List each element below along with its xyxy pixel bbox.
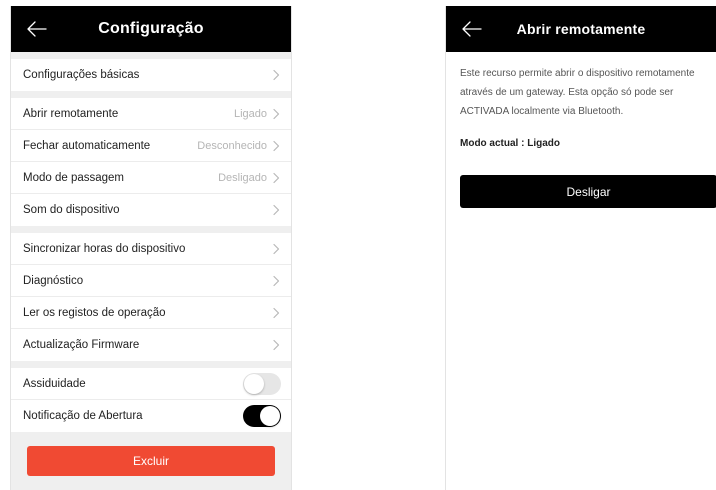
settings-item-label: Diagnóstico (23, 274, 84, 287)
settings-group-toggles: Assiduidade Notificação de Abertura (11, 368, 291, 432)
settings-item-fechar-automaticamente[interactable]: Fechar automaticamente Desconhecido (11, 130, 291, 162)
settings-item-label: Sincronizar horas do dispositivo (23, 242, 186, 255)
page-title: Configuração (98, 20, 204, 37)
settings-screen: Configuração Configurações básicas Abrir… (10, 6, 292, 490)
settings-group-basic: Configurações básicas (11, 59, 291, 91)
remote-open-screen: Abrir remotamente Este recurso permite a… (445, 6, 716, 490)
settings-item-value: Desconhecido (197, 139, 267, 152)
toggle-label: Notificação de Abertura (23, 410, 143, 422)
chevron-right-icon (273, 69, 280, 81)
settings-item-label: Actualização Firmware (23, 339, 140, 351)
chevron-right-icon (273, 339, 280, 351)
chevron-right-icon (273, 204, 280, 216)
settings-item-label: Ler os registos de operação (23, 306, 166, 319)
delete-button[interactable]: Excluir (27, 446, 275, 476)
arrow-left-icon[interactable] (25, 17, 49, 41)
settings-item-label: Fechar automaticamente (23, 139, 151, 152)
settings-item-modo-de-passagem[interactable]: Modo de passagem Desligado (11, 162, 291, 194)
toggle-row-open-notification[interactable]: Notificação de Abertura (11, 400, 291, 432)
toggle-knob (260, 406, 280, 426)
settings-item-label: Som do dispositivo (23, 204, 120, 216)
toggle-label: Assiduidade (23, 377, 86, 390)
settings-group-lock: Abrir remotamente Ligado Fechar automatica… (11, 98, 291, 226)
chevron-right-icon (273, 108, 280, 119)
toggle-row-attendance[interactable]: Assiduidade (11, 368, 291, 400)
page-title: Abrir remotamente (516, 21, 646, 37)
chevron-right-icon (273, 275, 280, 286)
arrow-left-icon[interactable] (460, 17, 484, 41)
chevron-right-icon (273, 172, 280, 183)
settings-item-abrir-remotamente[interactable]: Abrir remotamente Ligado (11, 98, 291, 130)
settings-item-som-do-dispositivo[interactable]: Som do dispositivo (11, 194, 291, 226)
open-notification-toggle[interactable] (243, 405, 281, 427)
settings-item-actualizacao-firmware[interactable]: Actualização Firmware (11, 329, 291, 361)
chevron-right-icon (273, 140, 280, 151)
settings-item-label: Configurações básicas (23, 69, 140, 81)
settings-group-device: Sincronizar horas do dispositivo Diagnóst… (11, 233, 291, 361)
settings-nav-bar: Configuração (11, 6, 291, 52)
attendance-toggle[interactable] (243, 372, 281, 395)
settings-item-ler-os-registos-de-operacao[interactable]: Ler os registos de operação (11, 297, 291, 329)
turn-off-button[interactable]: Desligar (460, 175, 716, 208)
settings-item-sincronizar-horas-do-dispositivo[interactable]: Sincronizar horas do dispositivo (11, 233, 291, 265)
chevron-right-icon (273, 243, 280, 254)
feature-description: Este recurso permite abrir o dispositivo… (460, 68, 695, 117)
remote-nav-bar: Abrir remotamente (446, 6, 716, 52)
settings-item-label: Modo de passagem (23, 171, 125, 184)
chevron-right-icon (273, 307, 280, 318)
settings-item-value: Ligado (233, 107, 267, 120)
settings-item-label: Abrir remotamente (23, 107, 119, 120)
settings-item-diagnostico[interactable]: Diagnóstico (11, 265, 291, 297)
settings-item-value: Desligado (218, 171, 267, 184)
current-mode-text: Modo actual : Ligado (460, 138, 560, 149)
toggle-knob (244, 373, 264, 394)
settings-item-configuracoes-basicas[interactable]: Configurações básicas (11, 59, 291, 91)
